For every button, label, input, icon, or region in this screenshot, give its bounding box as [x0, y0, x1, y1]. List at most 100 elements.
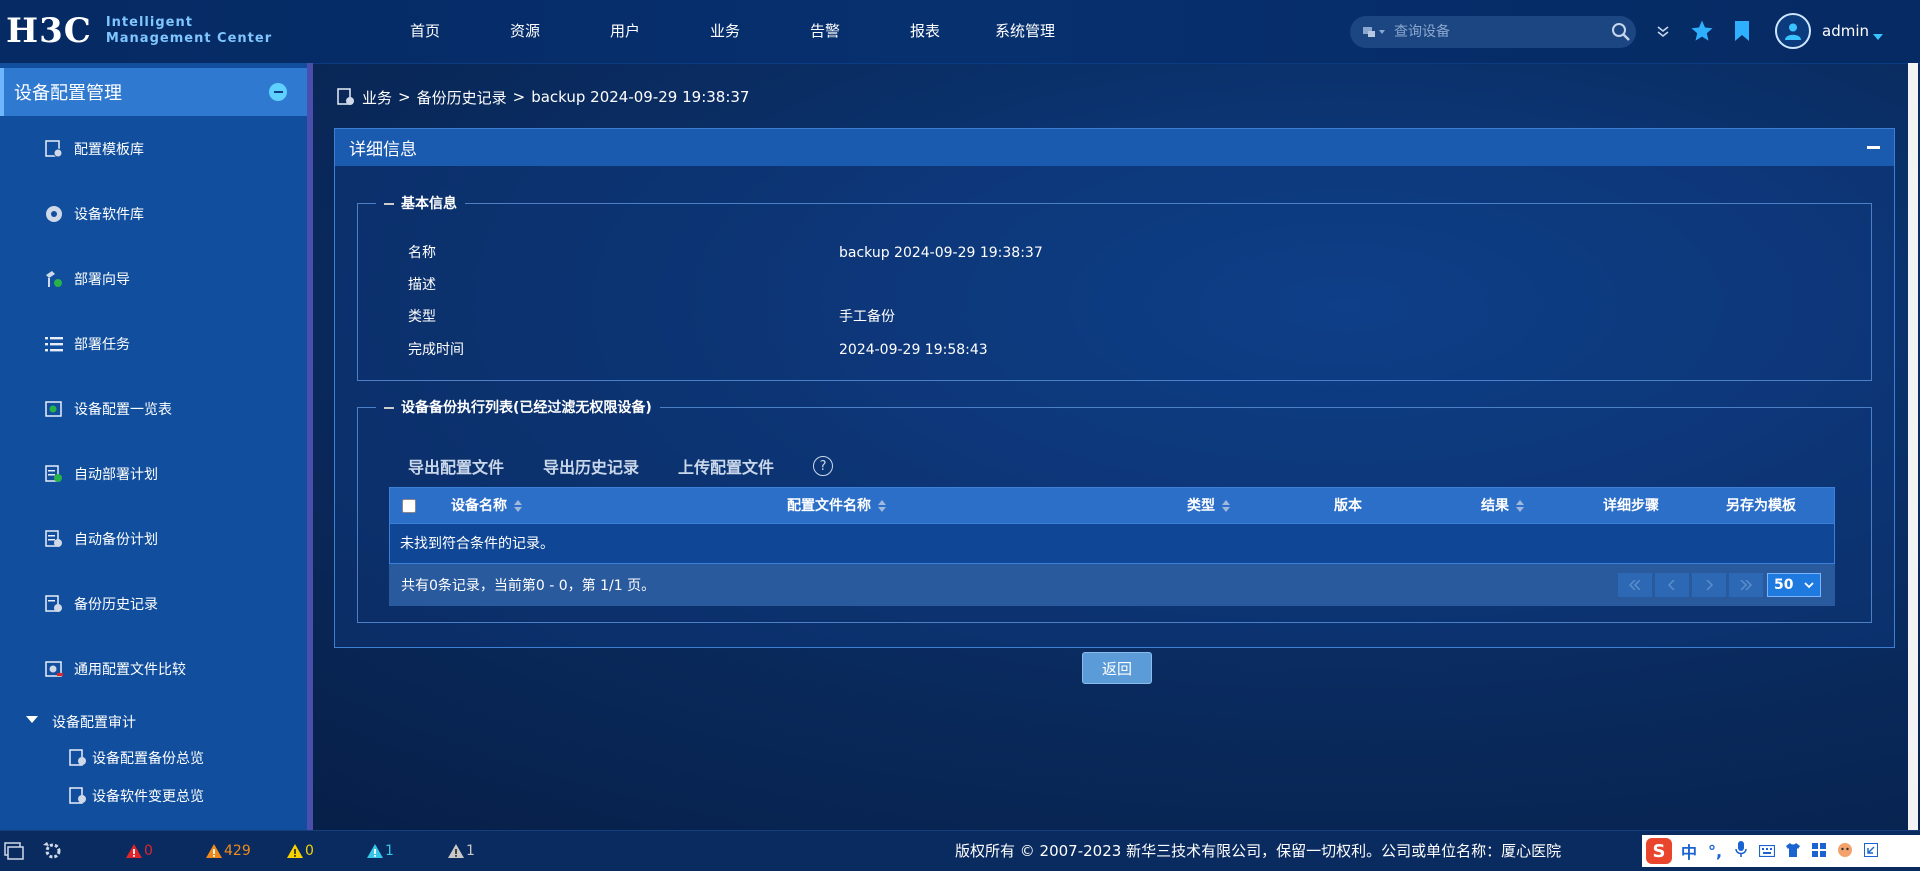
search-input[interactable] — [1388, 23, 1606, 41]
critical-alarm-count[interactable]: 0 — [125, 841, 153, 861]
backup-list-section: 设备备份执行列表(已经过滤无权限设备) 导出配置文件 导出历史记录 上传配置文件… — [357, 397, 1872, 623]
ime-lang-toggle[interactable]: 中 — [1676, 839, 1702, 863]
back-button[interactable]: 返回 — [1082, 652, 1152, 684]
info-alarm-count[interactable]: 1 — [447, 841, 475, 861]
page-size-select[interactable]: 50 — [1767, 573, 1821, 597]
last-page-icon[interactable] — [1729, 573, 1763, 597]
minor-alarm-icon — [287, 844, 303, 858]
nav-home[interactable]: 首页 — [375, 0, 475, 63]
mascot-icon[interactable] — [1832, 840, 1858, 862]
collapse-dash-icon[interactable] — [384, 203, 394, 205]
sidebar-group-config-audit[interactable]: 设备配置审计 — [0, 705, 307, 739]
bookmark-icon[interactable] — [1728, 17, 1756, 45]
export-config-button[interactable]: 导出配置文件 — [408, 454, 504, 478]
breadcrumb: 业务 > 备份历史记录 > backup 2024-09-29 19:38:37 — [336, 86, 749, 108]
sidebar-item-auto-deploy[interactable]: 自动部署计划 — [0, 441, 307, 506]
col-config-file-name[interactable]: 配置文件名称 — [787, 488, 886, 524]
value-finish-time: 2024-09-29 19:58:43 — [839, 342, 988, 358]
sidebar-header: 设备配置管理 — [0, 68, 307, 116]
sidebar-item-backup-overview[interactable]: 设备配置备份总览 — [0, 739, 307, 777]
prev-page-icon[interactable] — [1655, 573, 1689, 597]
sidebar-item-config-template[interactable]: 配置模板库 — [0, 116, 307, 181]
export-history-button[interactable]: 导出历史记录 — [543, 454, 639, 478]
table-footer: 共有0条记录，当前第0 - 0，第 1/1 页。 50 — [389, 564, 1835, 606]
sidebar-item-deploy-task[interactable]: 部署任务 — [0, 311, 307, 376]
sidebar-title: 设备配置管理 — [14, 83, 122, 104]
window-icon[interactable] — [4, 841, 24, 861]
search-icon[interactable] — [1606, 22, 1636, 42]
sidebar-item-config-compare[interactable]: 通用配置文件比较 — [0, 636, 307, 701]
list-toolbar: 导出配置文件 导出历史记录 上传配置文件 ? — [408, 453, 834, 479]
main-nav: 首页 资源 用户 业务 告警 报表 系统管理 — [375, 0, 1075, 63]
sogou-logo-icon[interactable]: S — [1642, 835, 1676, 867]
record-summary: 共有0条记录，当前第0 - 0，第 1/1 页。 — [401, 578, 656, 594]
collapse-icon[interactable] — [269, 83, 287, 101]
breadcrumb-service[interactable]: 业务 — [362, 87, 392, 108]
select-all-checkbox[interactable] — [402, 499, 416, 513]
nav-alarm[interactable]: 告警 — [775, 0, 875, 63]
user-menu-caret-icon[interactable] — [1873, 28, 1883, 44]
sort-icon[interactable] — [1516, 499, 1524, 513]
keyboard-icon[interactable] — [1754, 842, 1780, 861]
detail-panel: 详细信息 基本信息 名称 backup 2024-09-29 19:38:37 … — [334, 128, 1895, 648]
device-type-icon[interactable] — [1362, 24, 1388, 40]
backup-history-icon — [44, 594, 64, 614]
skin-shirt-icon[interactable] — [1780, 842, 1806, 861]
ime-toolbar: S 中 °, — [1642, 835, 1920, 867]
next-page-icon[interactable] — [1692, 573, 1726, 597]
sidebar-item-deploy-wizard[interactable]: 部署向导 — [0, 246, 307, 311]
breadcrumb-current: backup 2024-09-29 19:38:37 — [531, 88, 750, 106]
auto-backup-icon — [44, 529, 64, 549]
list-icon — [44, 334, 64, 354]
ime-punctuation-toggle[interactable]: °, — [1702, 842, 1728, 861]
minor-alarm-count[interactable]: 0 — [286, 841, 314, 861]
user-name[interactable]: admin — [1822, 0, 1869, 63]
col-type[interactable]: 类型 — [1187, 488, 1230, 524]
chevron-down-icon — [1804, 581, 1814, 588]
sidebar-item-auto-backup[interactable]: 自动备份计划 — [0, 506, 307, 571]
config-overview-icon — [44, 399, 64, 419]
toolbox-icon[interactable] — [1806, 842, 1832, 861]
search-box — [1350, 16, 1636, 48]
logo-subtitle: Intelligent Management Center — [105, 15, 273, 46]
chevron-down-icon[interactable] — [1649, 17, 1677, 45]
star-icon[interactable] — [1688, 17, 1716, 45]
col-version: 版本 — [1334, 498, 1362, 514]
scrollbar[interactable] — [1908, 63, 1918, 830]
basic-info-section: 基本信息 名称 backup 2024-09-29 19:38:37 描述 类型… — [357, 193, 1872, 381]
template-icon — [44, 139, 64, 159]
alarm-settings-icon[interactable] — [42, 841, 64, 861]
col-device-name[interactable]: 设备名称 — [451, 488, 522, 524]
basic-info-legend: 基本信息 — [401, 196, 457, 212]
nav-system[interactable]: 系统管理 — [975, 0, 1075, 63]
nav-service[interactable]: 业务 — [675, 0, 775, 63]
sort-icon[interactable] — [878, 499, 886, 513]
compare-icon — [44, 659, 64, 679]
sidebar-item-software-change[interactable]: 设备软件变更总览 — [0, 777, 307, 815]
top-bar: H3C Intelligent Management Center 首页 资源 … — [0, 0, 1920, 64]
avatar[interactable] — [1775, 13, 1811, 49]
nav-user[interactable]: 用户 — [575, 0, 675, 63]
sort-icon[interactable] — [514, 499, 522, 513]
collapse-dash-icon[interactable] — [384, 407, 394, 409]
warning-alarm-count[interactable]: 1 — [366, 841, 394, 861]
sidebar-item-config-overview[interactable]: 设备配置一览表 — [0, 376, 307, 441]
nav-resource[interactable]: 资源 — [475, 0, 575, 63]
col-result[interactable]: 结果 — [1481, 488, 1524, 524]
nav-report[interactable]: 报表 — [875, 0, 975, 63]
upload-config-button[interactable]: 上传配置文件 — [678, 454, 774, 478]
h3c-logo[interactable]: H3C Intelligent Management Center — [6, 11, 272, 51]
first-page-icon[interactable] — [1618, 573, 1652, 597]
warning-alarm-icon — [367, 844, 383, 858]
sidebar-item-backup-history[interactable]: 备份历史记录 — [0, 571, 307, 636]
sidebar-item-software-lib[interactable]: 设备软件库 — [0, 181, 307, 246]
collapse-arrow-icon[interactable] — [1858, 842, 1884, 861]
sort-icon[interactable] — [1222, 499, 1230, 513]
minimize-icon[interactable] — [1867, 146, 1880, 149]
breadcrumb-backup-history[interactable]: 备份历史记录 — [417, 87, 507, 108]
major-alarm-count[interactable]: 429 — [205, 841, 251, 861]
microphone-icon[interactable] — [1728, 841, 1754, 861]
label-type: 类型 — [408, 309, 436, 325]
help-icon[interactable]: ? — [813, 456, 834, 476]
sidebar: 设备配置管理 配置模板库 设备软件库 部署向导 部署任务 设备配置一览表 自动部… — [0, 63, 313, 830]
